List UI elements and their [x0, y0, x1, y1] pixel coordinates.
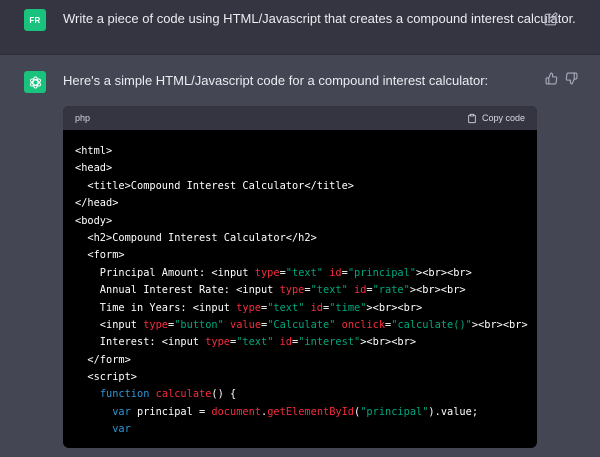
thumbs-down-icon[interactable] [565, 72, 578, 85]
code-line: </form> [75, 352, 525, 369]
code-line: <input type="button" value="Calculate" o… [75, 317, 528, 334]
code-token-plain: <script> [75, 371, 137, 384]
code-token-attr: type [236, 301, 261, 314]
user-avatar: FR [24, 9, 46, 31]
code-token-plain: ><br><br> [409, 284, 466, 297]
code-body: <html> <head> <title>Compound Interest Ca… [63, 130, 537, 439]
code-line: <body> [75, 213, 525, 230]
code-token-string: "button" [174, 318, 224, 331]
assistant-message-text: Here's a simple HTML/Javascript code for… [63, 73, 489, 88]
code-token-attr: type [254, 266, 280, 279]
code-token-attr: value [230, 318, 262, 331]
code-token-string: "rate" [372, 284, 410, 297]
code-token-plain: Interest: <input [75, 336, 206, 349]
code-token-plain: () { [211, 388, 237, 401]
code-token-plain: Principal Amount: <input [75, 266, 255, 279]
code-token-string: "text" [310, 284, 348, 297]
code-line: <title>Compound Interest Calculator</tit… [75, 178, 525, 195]
code-token-func: calculate [155, 388, 212, 401]
code-line: <script> [75, 369, 525, 386]
code-line: Annual Interest Rate: <input type="text"… [75, 282, 525, 299]
code-token-func: getElementById [267, 405, 355, 418]
code-token-plain: <html> [75, 145, 113, 157]
code-token-keyword: var [112, 423, 131, 436]
code-line: Interest: <input type="text" id="interes… [75, 334, 525, 351]
code-token-plain: <head> [75, 162, 113, 175]
code-token-plain: ><br><br> [416, 266, 472, 279]
code-token-attr: type [279, 284, 305, 297]
code-token-plain: <input [75, 318, 144, 331]
code-line: var principal = document.getElementById(… [75, 404, 525, 421]
code-token-plain: ><br><br> [360, 336, 417, 349]
code-line: <html> [75, 143, 525, 160]
code-token-plain: <title>Compound Interest Calculator</tit… [75, 179, 354, 192]
assistant-avatar [24, 71, 46, 93]
code-line: var [75, 421, 525, 438]
code-token-plain: ).value; [428, 405, 479, 418]
copy-code-label: Copy code [481, 113, 525, 123]
code-token-string: "principal" [347, 266, 417, 279]
code-line: </head> [75, 195, 525, 212]
code-token-string: "text" [285, 266, 323, 279]
code-block: php Copy code <html> <head> <title>Compou… [63, 106, 537, 448]
code-token-attr: type [205, 336, 230, 349]
code-token-string: "time" [329, 301, 367, 314]
code-token-string: "Calculate" [267, 318, 336, 331]
code-block-header: php Copy code [63, 106, 537, 130]
thumbs-up-icon[interactable] [545, 72, 558, 85]
edit-icon[interactable] [544, 12, 558, 26]
code-token-plain: ><br><br> [366, 301, 423, 314]
code-token-plain: <body> [75, 214, 113, 227]
copy-code-button[interactable]: Copy code [467, 113, 525, 124]
code-line: <head> [75, 160, 525, 177]
code-token-attr: id [354, 284, 367, 297]
code-line: Principal Amount: <input type="text" id=… [75, 265, 525, 282]
code-line: function calculate() { [75, 386, 525, 403]
code-token-attr: onclick [341, 318, 386, 331]
code-token-func: document [211, 405, 262, 418]
code-token-plain: ><br><br> [471, 318, 528, 331]
code-token-plain: </head> [75, 197, 119, 210]
code-token-keyword: function [99, 388, 150, 401]
code-language-label: php [75, 113, 91, 123]
code-line: <form> [75, 247, 525, 264]
code-line: Time in Years: <input type="text" id="ti… [75, 300, 525, 317]
code-token-plain: <h2>Compound Interest Calculator</h2> [75, 231, 317, 244]
code-token-string: "calculate()" [391, 318, 472, 331]
code-token-keyword: var [112, 405, 131, 418]
code-token-string: "text" [267, 301, 305, 314]
code-token-string: "principal" [360, 405, 429, 418]
code-token-attr: id [279, 336, 293, 349]
code-token-string: "text" [236, 336, 274, 349]
code-token-plain: principal = [130, 405, 212, 418]
user-message-text: Write a piece of code using HTML/Javascr… [63, 11, 576, 26]
code-token-plain: <form> [75, 249, 125, 262]
code-token-plain: Annual Interest Rate: <input [75, 284, 280, 297]
openai-logo-icon [29, 75, 41, 89]
code-token-attr: id [310, 301, 324, 314]
code-line: <h2>Compound Interest Calculator</h2> [75, 230, 525, 247]
code-token-plain: Time in Years: <input [75, 301, 237, 314]
code-token-plain: </form> [75, 353, 131, 366]
code-token-attr: id [329, 266, 342, 279]
clipboard-icon [468, 113, 476, 123]
user-message-row: FR Write a piece of code using HTML/Java… [0, 0, 600, 55]
code-token-string: "interest" [298, 336, 361, 349]
code-token-attr: type [143, 318, 169, 331]
